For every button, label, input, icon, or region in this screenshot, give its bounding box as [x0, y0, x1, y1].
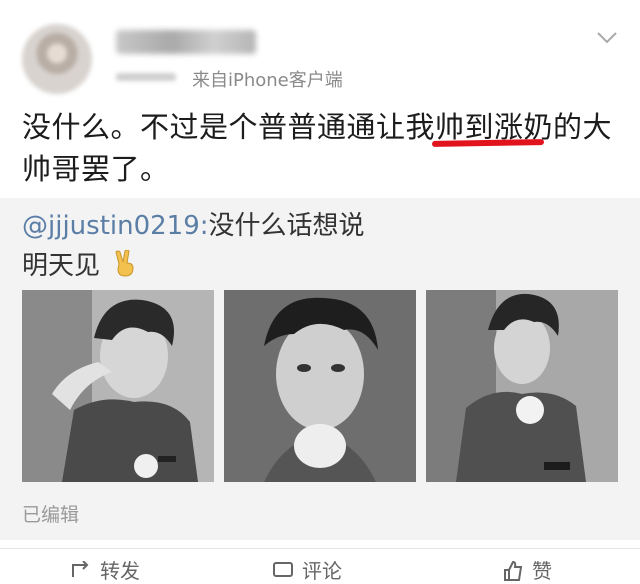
like-button[interactable]: 赞 [502, 555, 552, 584]
repost-icon [72, 560, 89, 577]
edited-label: 已编辑 [22, 504, 80, 526]
retweet-author-link[interactable]: @jjjustin0219: [22, 211, 209, 241]
retweet-photo-3[interactable] [426, 290, 618, 482]
comment-label: 评论 [302, 559, 342, 583]
retweet-photo-1[interactable] [22, 290, 214, 482]
retweet-line2: 明天见 [22, 248, 138, 284]
retweet-card[interactable]: @jjjustin0219:没什么话想说 明天见 已编辑 [0, 198, 640, 540]
retweet-photo-2[interactable] [224, 290, 416, 482]
post-header: 来自iPhone客户端 [0, 0, 640, 100]
thumbs-up-icon [504, 560, 523, 581]
comment-icon [273, 562, 293, 577]
post-date-blurred [116, 67, 178, 87]
comment-button[interactable]: 评论 [272, 555, 342, 584]
post-source: 来自iPhone客户端 [192, 70, 343, 91]
retweet-line1: @jjjustin0219:没什么话想说 [22, 208, 365, 244]
like-label: 赞 [532, 559, 552, 583]
action-bar: 转发 评论 赞 [0, 548, 640, 583]
avatar[interactable] [22, 24, 92, 94]
repost-label: 转发 [100, 559, 140, 583]
chevron-down-icon[interactable] [596, 30, 618, 44]
username-blurred[interactable] [116, 30, 256, 54]
retweet-text-line2: 明天见 [22, 251, 101, 281]
retweet-text-line1: 没什么话想说 [208, 211, 365, 241]
victory-hand-emoji-icon [112, 249, 138, 278]
post-text: 没什么。不过是个普普通通让我帅到涨奶的大帅哥罢了。 [22, 110, 613, 186]
repost-button[interactable]: 转发 [70, 555, 140, 584]
